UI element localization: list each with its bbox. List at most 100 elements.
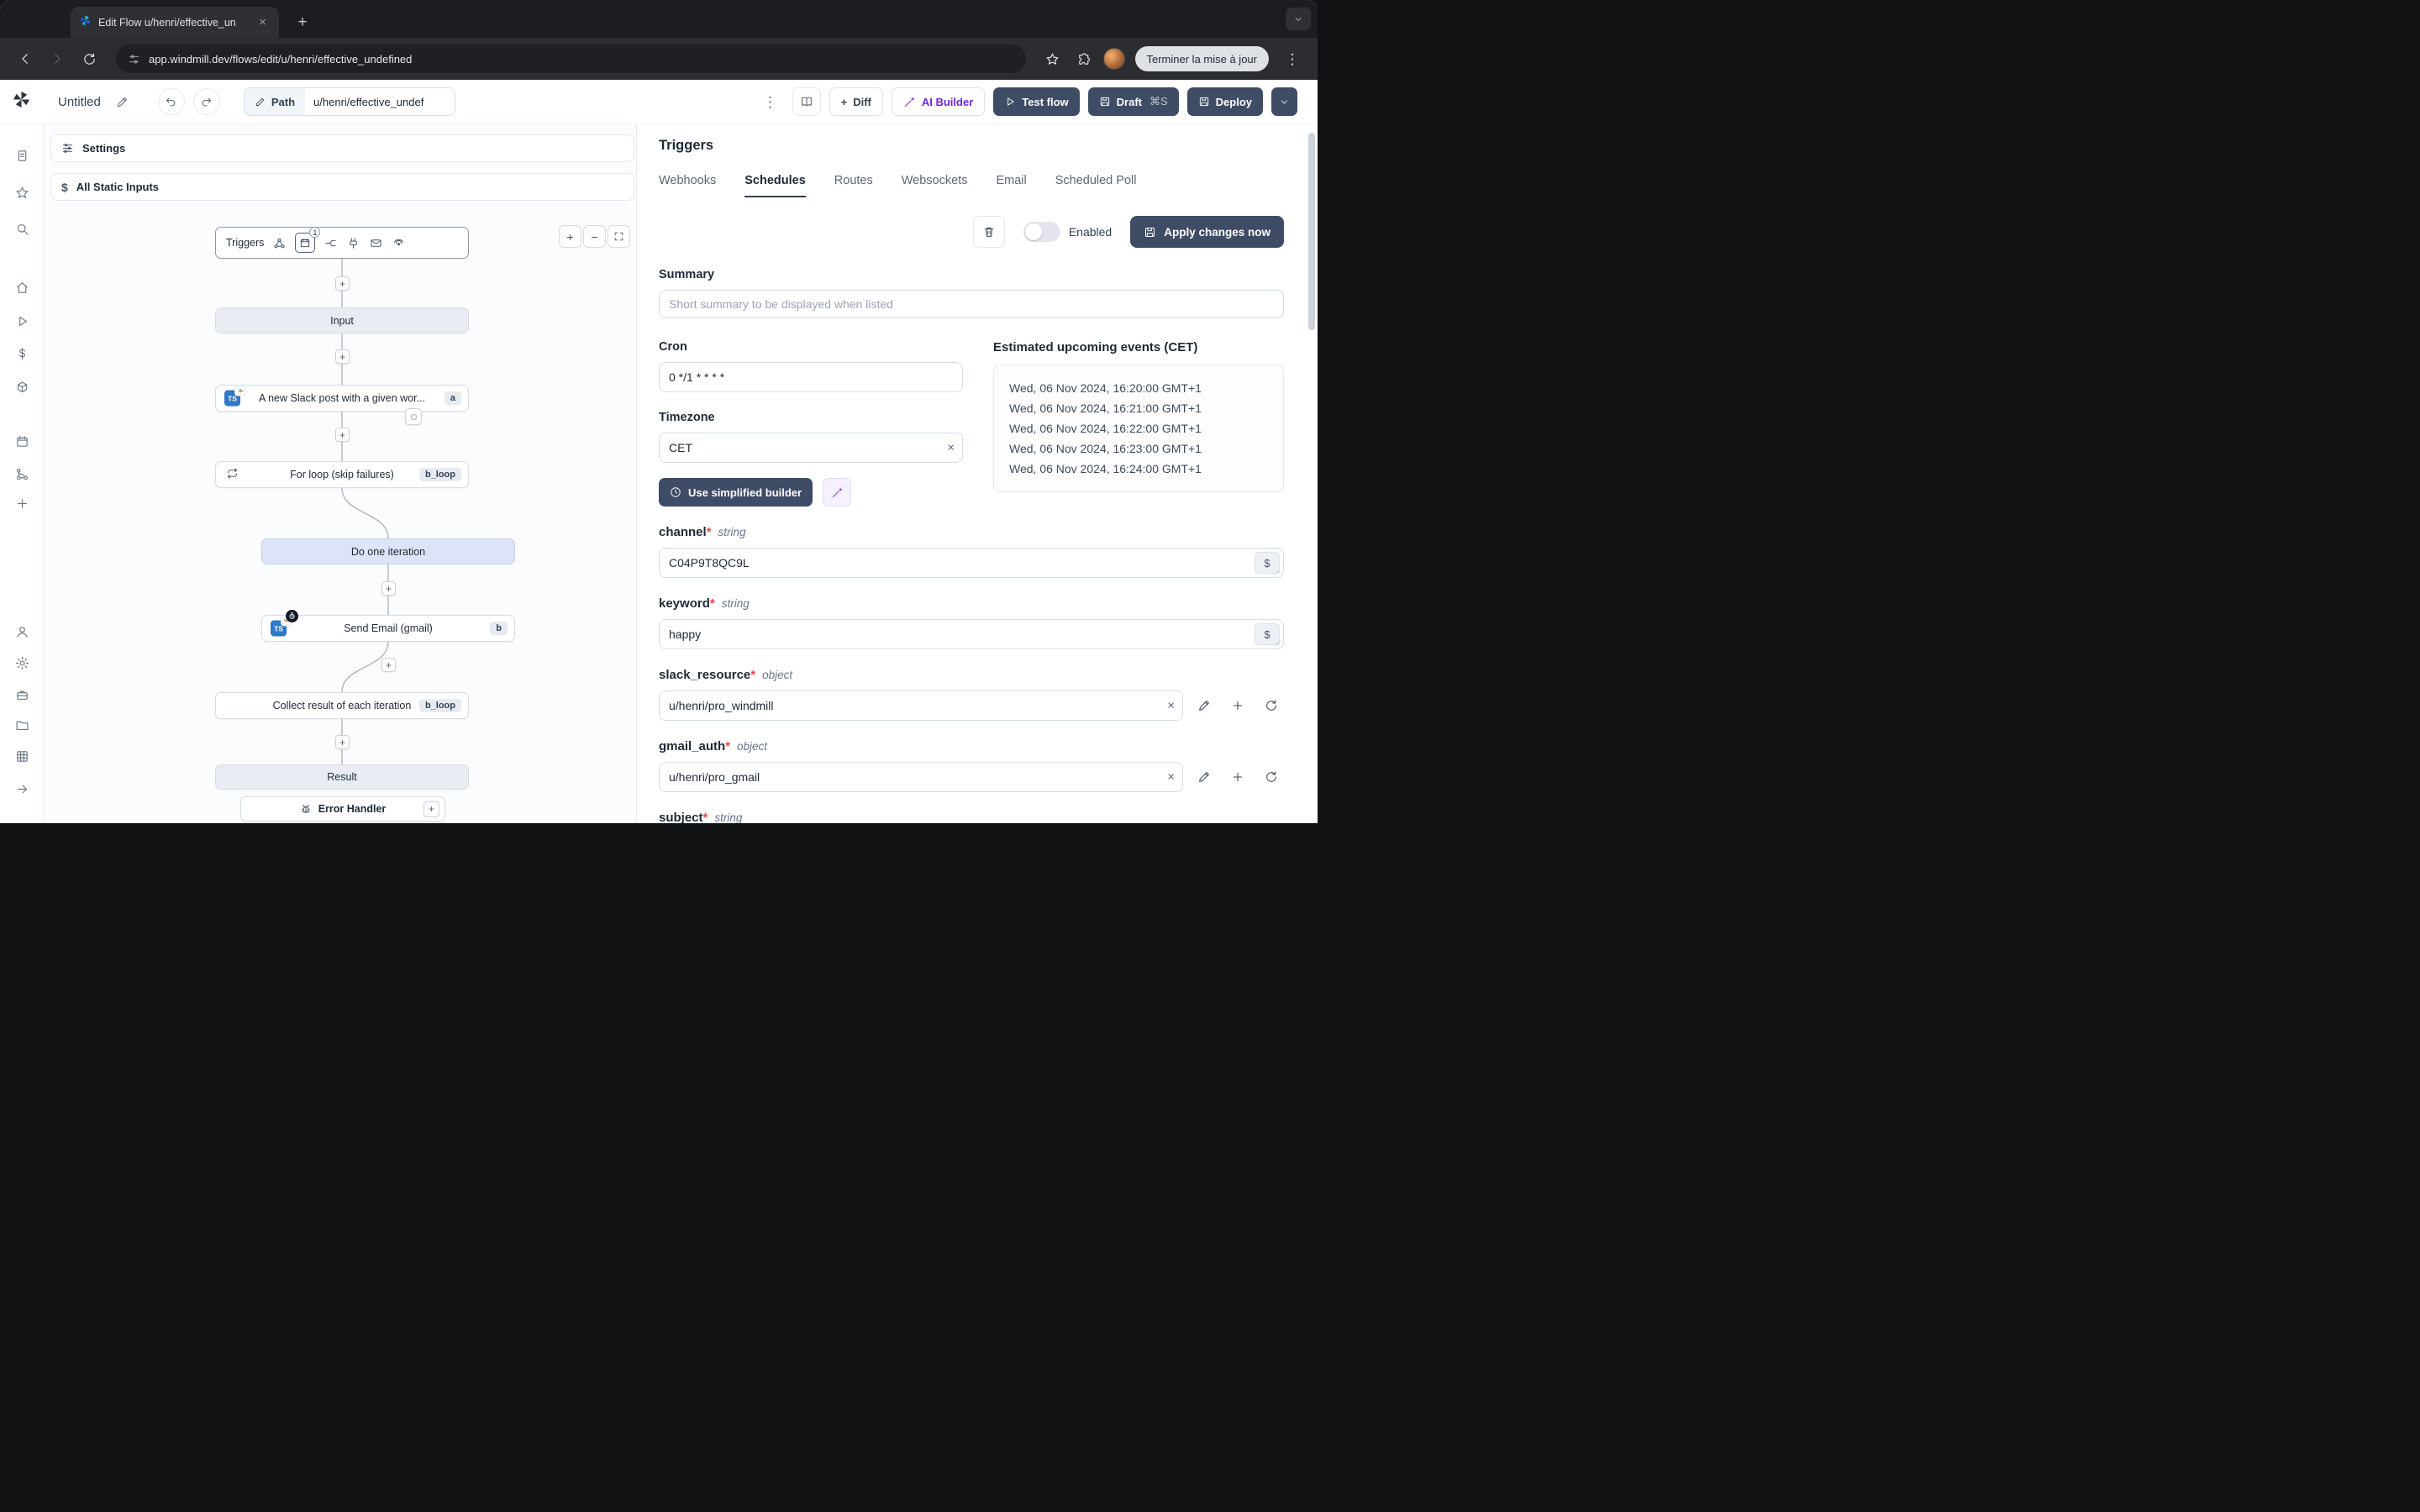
deploy-dropdown-button[interactable] — [1271, 87, 1297, 116]
back-button[interactable] — [12, 45, 39, 72]
sidebar-expand-button[interactable] — [11, 778, 33, 800]
sidebar-search-button[interactable] — [11, 218, 33, 239]
delete-schedule-button[interactable] — [972, 216, 1005, 248]
chrome-update-button[interactable]: Terminer la mise à jour — [1134, 46, 1269, 71]
tab-routes[interactable]: Routes — [834, 174, 873, 197]
sidebar-user-button[interactable] — [11, 621, 33, 643]
resize-handle-icon[interactable] — [1274, 568, 1281, 575]
insert-step-button[interactable]: + — [335, 349, 350, 364]
tab-close-icon[interactable]: × — [255, 14, 271, 30]
path-input[interactable] — [305, 88, 455, 115]
email-trigger-icon[interactable] — [369, 236, 383, 250]
flow-menu-button[interactable]: ⋮ — [756, 88, 784, 115]
fit-view-button[interactable] — [608, 225, 630, 248]
keyword-input[interactable] — [659, 619, 1284, 649]
channel-input[interactable] — [659, 548, 1284, 578]
iteration-node[interactable]: Do one iteration — [261, 538, 515, 564]
tab-webhooks[interactable]: Webhooks — [659, 174, 716, 197]
webhook-icon[interactable] — [272, 236, 287, 250]
enabled-toggle[interactable] — [1023, 222, 1060, 242]
clear-resource-icon[interactable]: × — [1167, 771, 1175, 784]
tutorials-button[interactable] — [792, 87, 821, 116]
insert-step-button[interactable]: + — [381, 581, 396, 596]
add-error-handler-button[interactable]: + — [424, 801, 439, 817]
input-node[interactable]: Input — [215, 307, 469, 333]
diff-button[interactable]: + Diff — [829, 87, 883, 116]
edit-title-button[interactable] — [108, 88, 136, 115]
gmail-auth-input[interactable] — [659, 762, 1183, 792]
sidebar-flows-button[interactable] — [11, 463, 33, 485]
node-action-button[interactable] — [405, 408, 422, 425]
clear-resource-icon[interactable]: × — [1167, 700, 1175, 712]
sidebar-home-button[interactable] — [11, 276, 33, 298]
insert-step-button[interactable]: + — [335, 428, 350, 442]
scrollbar-thumb[interactable] — [1308, 133, 1315, 330]
sidebar-add-button[interactable] — [11, 492, 33, 514]
sidebar-favorites-button[interactable] — [11, 181, 33, 203]
sidebar-schedules-button[interactable] — [11, 430, 33, 452]
triggers-node[interactable]: Triggers 1 — [215, 227, 469, 259]
refresh-resource-button[interactable] — [1259, 764, 1284, 790]
result-node[interactable]: Result — [215, 764, 469, 790]
error-handler-node[interactable]: Error Handler + — [240, 796, 445, 822]
scheduled-poll-icon[interactable] — [392, 236, 406, 250]
sidebar-folders-button[interactable] — [11, 714, 33, 736]
tab-schedules[interactable]: Schedules — [744, 174, 806, 197]
timezone-input[interactable] — [659, 433, 963, 463]
sidebar-apps-button[interactable] — [11, 745, 33, 767]
websocket-icon[interactable] — [346, 236, 360, 250]
bookmark-button[interactable] — [1039, 45, 1066, 72]
browser-tab[interactable]: Edit Flow u/henri/effective_un × — [71, 7, 279, 38]
redo-button[interactable] — [192, 88, 220, 115]
insert-step-button[interactable]: + — [381, 658, 396, 672]
windmill-logo[interactable] — [12, 90, 31, 113]
extensions-button[interactable] — [1071, 45, 1098, 72]
flow-settings-row[interactable]: Settings — [50, 134, 634, 162]
new-tab-button[interactable]: + — [291, 10, 314, 34]
edit-resource-button[interactable] — [1192, 693, 1217, 718]
edit-resource-button[interactable] — [1192, 764, 1217, 790]
sidebar-settings-button[interactable] — [11, 652, 33, 674]
collect-node[interactable]: Collect result of each iteration b_loop — [215, 692, 469, 719]
tab-email[interactable]: Email — [996, 174, 1026, 197]
refresh-resource-button[interactable] — [1259, 693, 1284, 718]
url-text[interactable]: app.windmill.dev/flows/edit/u/henri/effe… — [149, 53, 412, 66]
forward-button[interactable] — [44, 45, 71, 72]
cron-input[interactable] — [659, 362, 963, 392]
undo-button[interactable] — [157, 88, 185, 115]
ai-cron-button[interactable] — [823, 478, 852, 507]
insert-step-button[interactable]: + — [335, 735, 350, 749]
clear-timezone-icon[interactable]: × — [947, 442, 955, 454]
sidebar-runs-play-button[interactable] — [11, 310, 33, 332]
add-resource-button[interactable] — [1225, 693, 1250, 718]
static-inputs-row[interactable]: $ All Static Inputs — [50, 173, 634, 201]
ai-builder-button[interactable]: AI Builder — [891, 87, 986, 116]
add-resource-button[interactable] — [1225, 764, 1250, 790]
zoom-in-button[interactable]: + — [559, 225, 581, 248]
email-step-node[interactable]: TS Send Email (gmail) b — [261, 610, 515, 642]
sidebar-variables-button[interactable] — [11, 343, 33, 365]
routes-icon[interactable] — [324, 236, 338, 250]
browser-menu-button[interactable]: ⋮ — [1279, 45, 1306, 72]
site-settings-icon[interactable] — [128, 53, 140, 66]
simplified-builder-button[interactable]: Use simplified builder — [659, 478, 813, 507]
sidebar-runs-button[interactable] — [11, 144, 33, 166]
apply-changes-button[interactable]: Apply changes now — [1130, 216, 1284, 248]
tab-search-button[interactable] — [1286, 8, 1311, 30]
slack-step-node[interactable]: TS A new Slack post with a given wor... … — [215, 385, 469, 412]
resize-handle-icon[interactable] — [1274, 639, 1281, 647]
draft-button[interactable]: Draft ⌘S — [1087, 87, 1179, 116]
sidebar-workspace-button[interactable] — [11, 684, 33, 706]
schedule-trigger-button[interactable]: 1 — [295, 227, 321, 253]
sidebar-resources-button[interactable] — [11, 376, 33, 398]
reload-button[interactable] — [76, 45, 103, 72]
insert-step-button[interactable]: + — [335, 276, 350, 291]
deploy-button[interactable]: Deploy — [1186, 87, 1263, 116]
zoom-out-button[interactable]: − — [583, 225, 606, 248]
tab-scheduled-poll[interactable]: Scheduled Poll — [1055, 174, 1137, 197]
test-flow-button[interactable]: Test flow — [993, 87, 1080, 116]
slack-resource-input[interactable] — [659, 690, 1183, 721]
summary-input[interactable] — [659, 290, 1284, 318]
forloop-node[interactable]: For loop (skip failures) b_loop — [215, 461, 469, 488]
tab-websockets[interactable]: Websockets — [902, 174, 968, 197]
